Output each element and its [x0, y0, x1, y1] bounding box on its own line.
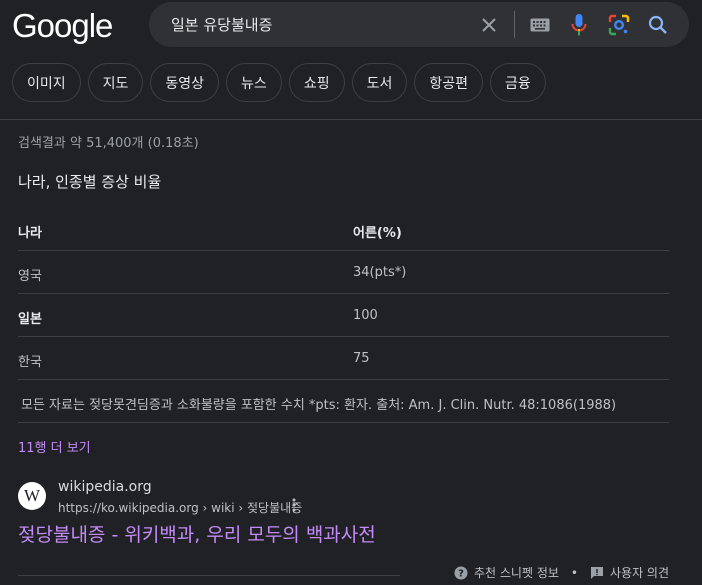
- chip-maps[interactable]: 지도: [87, 63, 144, 102]
- site-url[interactable]: https://ko.wikipedia.org › wiki › 젖당불내증: [58, 499, 302, 516]
- chip-flights[interactable]: 항공편: [414, 63, 483, 102]
- chip-videos[interactable]: 동영상: [150, 63, 220, 102]
- search-icon[interactable]: [646, 13, 670, 37]
- result-stats: 검색결과 약 51,400개 (0.18초): [18, 136, 199, 151]
- feedback-icon[interactable]: [590, 566, 604, 580]
- header: Google 일본 유당불내증 이미지 지도 동영상 뉴스 쇼핑 도서 항공편 …: [0, 0, 702, 120]
- table-footnote-text: 모든 자료는 젖당못견딤증과 소화불량을 포함한 수치 *pts: 환자. 출처…: [21, 398, 617, 413]
- feedback-link[interactable]: 사용자 의견: [610, 564, 669, 581]
- snippet-feedback-bar: ? 추천 스니펫 정보 • 사용자 의견: [454, 564, 669, 581]
- lens-icon[interactable]: [607, 13, 631, 37]
- clear-icon[interactable]: [477, 13, 501, 37]
- snippet-table: 나라 어른(%) 영국 34(pts*) 일본 100 한국 75 모든 자료는…: [18, 208, 669, 423]
- table-row: 일본 100: [18, 294, 669, 337]
- chip-shopping[interactable]: 쇼핑: [288, 63, 345, 102]
- result-title-link[interactable]: 젖당불내증 - 위키백과, 우리 모두의 백과사전: [18, 520, 376, 547]
- table-row: 한국 75: [18, 337, 669, 380]
- more-rows-link[interactable]: 11행 더 보기: [18, 437, 91, 456]
- site-name[interactable]: wikipedia.org: [58, 479, 152, 495]
- snippet-title: 나라, 인종별 증상 비율: [18, 173, 162, 191]
- chip-images[interactable]: 이미지: [12, 63, 81, 102]
- keyboard-icon[interactable]: [528, 13, 552, 37]
- chip-news[interactable]: 뉴스: [226, 63, 282, 102]
- microphone-icon[interactable]: [567, 13, 591, 37]
- separator-dot: •: [570, 565, 578, 580]
- table-footnote: 모든 자료는 젖당못견딤증과 소화불량을 포함한 수치 *pts: 환자. 출처…: [18, 380, 669, 423]
- table-row: 영국 34(pts*): [18, 251, 669, 294]
- divider: [18, 575, 400, 576]
- table-cell: 34(pts*): [353, 265, 407, 280]
- table-cell: 한국: [18, 355, 42, 370]
- table-header-row: 나라 어른(%): [18, 208, 669, 251]
- filter-chips: 이미지 지도 동영상 뉴스 쇼핑 도서 항공편 금융: [12, 63, 546, 102]
- search-box[interactable]: 일본 유당불내증: [149, 2, 689, 47]
- more-options-icon[interactable]: [288, 497, 300, 513]
- about-snippets-link[interactable]: 추천 스니펫 정보: [474, 564, 559, 581]
- wikipedia-favicon-icon: W: [18, 482, 46, 510]
- search-divider: [514, 11, 515, 38]
- table-cell: 75: [353, 351, 370, 366]
- table-header-country: 나라: [18, 226, 42, 241]
- search-input[interactable]: 일본 유당불내증: [171, 14, 272, 35]
- help-icon[interactable]: ?: [454, 566, 468, 580]
- chip-finance[interactable]: 금융: [489, 63, 546, 102]
- table-cell: 100: [353, 308, 378, 323]
- table-cell: 영국: [18, 269, 42, 284]
- table-cell: 일본: [18, 312, 42, 327]
- google-logo[interactable]: Google: [12, 7, 113, 45]
- svg-text:?: ?: [458, 568, 464, 579]
- table-header-adult: 어른(%): [353, 226, 402, 241]
- chip-books[interactable]: 도서: [351, 63, 408, 102]
